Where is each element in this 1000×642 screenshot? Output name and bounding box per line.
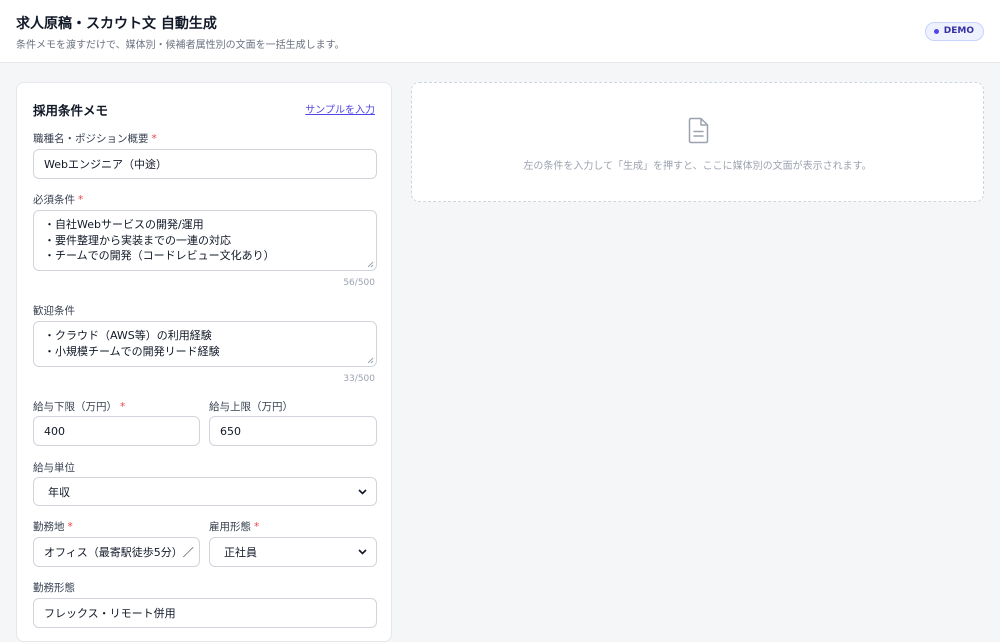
- employment-label-text: 雇用形態: [209, 521, 251, 533]
- job-title-label: 職種名・ポジション概要 *: [33, 131, 157, 146]
- salary-max-value: 650: [220, 424, 241, 438]
- chevron-down-icon: [358, 488, 367, 495]
- resize-handle-icon[interactable]: [367, 357, 374, 364]
- employment-select[interactable]: 正社員: [209, 537, 377, 567]
- location-label-text: 勤務地: [33, 521, 65, 533]
- app-header: 求人原稿・スカウト文 自動生成 条件メモを渡すだけで、媒体別・候補者属性別の文面…: [0, 0, 1000, 63]
- required-mark: *: [151, 133, 157, 145]
- salary-unit-value: 年収: [48, 485, 70, 499]
- chevron-down-icon: [358, 549, 367, 555]
- welcome-label: 歓迎条件: [33, 305, 75, 317]
- employment-label: 雇用形態 *: [209, 519, 259, 534]
- salary-max-label: 給与上限（万円）: [209, 401, 293, 413]
- conditions-form-card: 採用条件メモ サンプルを入力 職種名・ポジション概要 * Webエンジニア（中途）…: [16, 82, 392, 642]
- salary-max-input[interactable]: 650: [209, 416, 377, 446]
- output-empty-message: 左の条件を入力して「生成」を押すと、ここに媒体別の文面が表示されます。: [523, 161, 872, 172]
- must-textarea[interactable]: ・自社Webサービスの開発/運用 ・要件整理から実装までの一連の対応 ・チームで…: [33, 210, 377, 271]
- work-style-value: フレックス・リモート併用: [44, 607, 176, 620]
- location-value: オフィス（最寄駅徒歩5分）／: [44, 546, 194, 559]
- fill-sample-link[interactable]: サンプルを入力: [305, 101, 375, 116]
- job-title-value: Webエンジニア（中途）: [44, 158, 167, 171]
- location-input[interactable]: オフィス（最寄駅徒歩5分）／: [33, 537, 200, 567]
- must-line: ・チームでの開発（コードレビュー文化あり）: [44, 249, 275, 262]
- required-mark: *: [120, 401, 126, 413]
- salary-min-label: 給与下限（万円） *: [33, 399, 125, 414]
- status-dot-icon: [933, 29, 939, 34]
- resize-handle-icon[interactable]: [367, 261, 374, 268]
- app-title: 求人原稿・スカウト文 自動生成: [16, 16, 217, 32]
- must-label: 必須条件 *: [33, 192, 83, 207]
- form-title: 採用条件メモ: [33, 103, 109, 118]
- welcome-textarea[interactable]: ・クラウド（AWS等）の利用経験 ・小規模チームでの開発リード経験: [33, 321, 377, 367]
- required-mark: *: [78, 194, 84, 206]
- must-label-text: 必須条件: [33, 194, 75, 206]
- salary-min-input[interactable]: 400: [33, 416, 200, 446]
- app-subtitle: 条件メモを渡すだけで、媒体別・候補者属性別の文面を一括生成します。: [16, 40, 345, 51]
- must-line: ・自社Webサービスの開発/運用: [44, 218, 204, 231]
- demo-badge: DEMO: [924, 22, 984, 41]
- welcome-line: ・クラウド（AWS等）の利用経験: [44, 329, 212, 342]
- demo-badge-label: DEMO: [943, 26, 974, 36]
- location-label: 勤務地 *: [33, 519, 73, 534]
- document-icon: [688, 117, 709, 144]
- salary-min-value: 400: [44, 424, 65, 438]
- must-line: ・要件整理から実装までの一連の対応: [44, 233, 231, 247]
- employment-value: 正社員: [224, 546, 257, 559]
- required-mark: *: [254, 521, 260, 533]
- salary-unit-select[interactable]: 年収: [33, 477, 377, 506]
- required-mark: *: [67, 521, 73, 533]
- welcome-line: ・小規模チームでの開発リード経験: [44, 344, 220, 358]
- job-title-input[interactable]: Webエンジニア（中途）: [33, 149, 377, 179]
- welcome-char-counter: 33/500: [343, 374, 375, 384]
- work-style-label: 勤務形態: [33, 582, 75, 594]
- salary-unit-label: 給与単位: [33, 462, 75, 474]
- salary-min-label-text: 給与下限（万円）: [33, 401, 117, 413]
- job-title-label-text: 職種名・ポジション概要: [33, 133, 149, 145]
- output-placeholder-panel: 左の条件を入力して「生成」を押すと、ここに媒体別の文面が表示されます。: [411, 82, 984, 202]
- must-char-counter: 56/500: [343, 278, 375, 288]
- work-style-input[interactable]: フレックス・リモート併用: [33, 598, 377, 628]
